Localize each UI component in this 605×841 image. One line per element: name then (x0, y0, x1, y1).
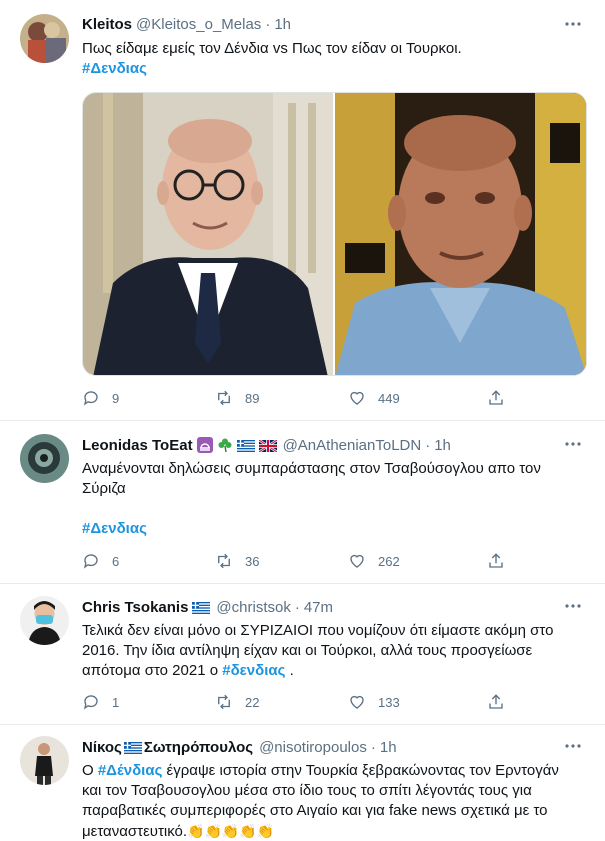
avatar[interactable] (20, 14, 69, 63)
reply-count: 1 (112, 694, 120, 710)
greek-flag-icon (192, 601, 211, 614)
share-button[interactable] (487, 552, 505, 570)
tweet-text-line: Ο #Δένδιας έγραψε ιστορία στην Τουρκία ξ… (82, 761, 582, 781)
media-image-left[interactable] (83, 93, 333, 375)
tweet-2[interactable]: Leonidas ToEat @AnAthenianToLDN · 1h Ανα… (0, 422, 605, 584)
reply-button[interactable]: 6 (82, 552, 119, 570)
user-handle[interactable]: @AnAthenianToLDN (283, 437, 422, 454)
timestamp[interactable]: 1h (380, 739, 397, 756)
more-options-icon[interactable] (563, 736, 583, 756)
user-handle[interactable]: @christsok (216, 599, 290, 616)
separator: · (265, 15, 271, 33)
display-name[interactable]: Leonidas ToEat (82, 437, 193, 454)
retweet-icon (218, 390, 230, 406)
tweet-text-fragment: . (289, 662, 294, 679)
like-button[interactable]: 262 (348, 552, 400, 570)
user-handle[interactable]: @nisotiropoulos (259, 739, 367, 756)
display-name-last[interactable]: Σωτηρόπουλος (144, 739, 253, 756)
tweet-text-line: απότομα στο 2021 ο #δενδιας . (82, 661, 582, 681)
like-button[interactable]: 449 (348, 389, 400, 407)
clapping-hands-emoji: 👏👏👏👏👏 (187, 823, 275, 839)
timestamp[interactable]: 47m (304, 599, 333, 616)
user-handle[interactable]: @Kleitos_o_Melas (136, 16, 261, 33)
retweet-icon (218, 553, 230, 569)
avatar[interactable] (20, 736, 69, 785)
tweet-4[interactable]: Νίκος Σωτηρόπουλος @nisotiropoulos · 1h … (0, 726, 605, 841)
reply-count: 9 (112, 390, 120, 406)
greek-flag-icon (123, 741, 142, 754)
timestamp[interactable]: 1h (434, 437, 451, 454)
tweet-text: Αναμένονται δηλώσεις συμπαράστασης στον … (82, 460, 541, 497)
share-button[interactable] (487, 693, 505, 711)
share-icon (489, 553, 503, 568)
reply-button[interactable]: 1 (82, 693, 119, 711)
separator: · (425, 436, 431, 454)
share-icon (489, 694, 503, 709)
tweet-text-line: και τον Τσαβουσογλου μέσα στο ίδιο τους … (82, 782, 532, 799)
reply-icon (83, 554, 98, 569)
display-name[interactable]: Kleitos (82, 16, 132, 33)
retweet-button[interactable]: 36 (215, 552, 259, 570)
media-image-right[interactable] (335, 93, 586, 375)
retweet-button[interactable]: 22 (215, 693, 259, 711)
share-button[interactable] (487, 389, 505, 407)
greek-flag-icon (236, 439, 255, 452)
tweet-text-fragment: απότομα στο 2021 ο (82, 662, 219, 679)
reply-icon (83, 695, 98, 710)
retweet-button[interactable]: 89 (215, 389, 259, 407)
heart-icon (350, 554, 364, 568)
reply-button[interactable]: 9 (82, 389, 119, 407)
more-options-icon[interactable] (563, 434, 583, 454)
timestamp[interactable]: 1h (274, 16, 291, 33)
tweet-text-line: παραβατικές συμπεριφορές στο Αιγαίο και … (82, 802, 548, 819)
more-options-icon[interactable] (563, 14, 583, 34)
like-button[interactable]: 133 (348, 693, 400, 711)
shamrock-emoji-icon (217, 437, 233, 453)
tweet-text-fragment: μεταναστευτικό. (82, 823, 188, 840)
share-icon (489, 390, 503, 405)
tweet-1[interactable]: Kleitos @Kleitos_o_Melas · 1h Πως είδαμε… (0, 0, 605, 421)
tweet-text: Πως είδαμε εμείς τον Δένδια vs Πως τον ε… (82, 40, 462, 57)
display-name-first[interactable]: Νίκος (82, 739, 122, 756)
avatar[interactable] (20, 434, 69, 483)
hashtag-link[interactable]: #δενδιας (222, 662, 285, 679)
retweet-icon (218, 694, 230, 710)
display-name[interactable]: Chris Tsokanis (82, 599, 188, 616)
tweet-text-line: 2016. Την ίδια αντίληψη είχαν και οι Τού… (82, 642, 533, 659)
reply-icon (83, 391, 98, 406)
tweet-text-line: Τελικά δεν είναι μόνο οι ΣΥΡΙΖΑΙΟΙ που ν… (82, 622, 554, 639)
tweet-text-line: μεταναστευτικό.👏👏👏👏👏 (82, 821, 582, 841)
heart-icon (350, 695, 364, 709)
retweet-count: 22 (245, 694, 260, 710)
more-options-icon[interactable] (563, 596, 583, 616)
hashtag-link[interactable]: #Δενδιας (82, 519, 562, 539)
tweet-text-fragment: Ο (82, 762, 94, 779)
libra-emoji-icon (196, 437, 213, 453)
tweet-media[interactable] (82, 92, 587, 376)
tweet-3[interactable]: Chris Tsokanis @christsok · 47m Τελικά δ… (0, 585, 605, 725)
hashtag-link[interactable]: #Δένδιας (98, 762, 163, 779)
retweet-count: 89 (245, 390, 260, 406)
heart-icon (350, 391, 364, 405)
separator: · (294, 598, 300, 616)
like-count: 449 (378, 390, 400, 406)
retweet-count: 36 (245, 553, 260, 569)
reply-count: 6 (112, 553, 120, 569)
avatar[interactable] (20, 596, 69, 645)
like-count: 133 (378, 694, 400, 710)
uk-flag-icon (257, 439, 278, 453)
hashtag-link[interactable]: #Δενδιας (82, 59, 582, 79)
separator: · (370, 738, 376, 756)
tweet-text-fragment: έγραψε ιστορία στην Τουρκία ξεβρακώνοντα… (166, 762, 559, 779)
like-count: 262 (378, 553, 400, 569)
